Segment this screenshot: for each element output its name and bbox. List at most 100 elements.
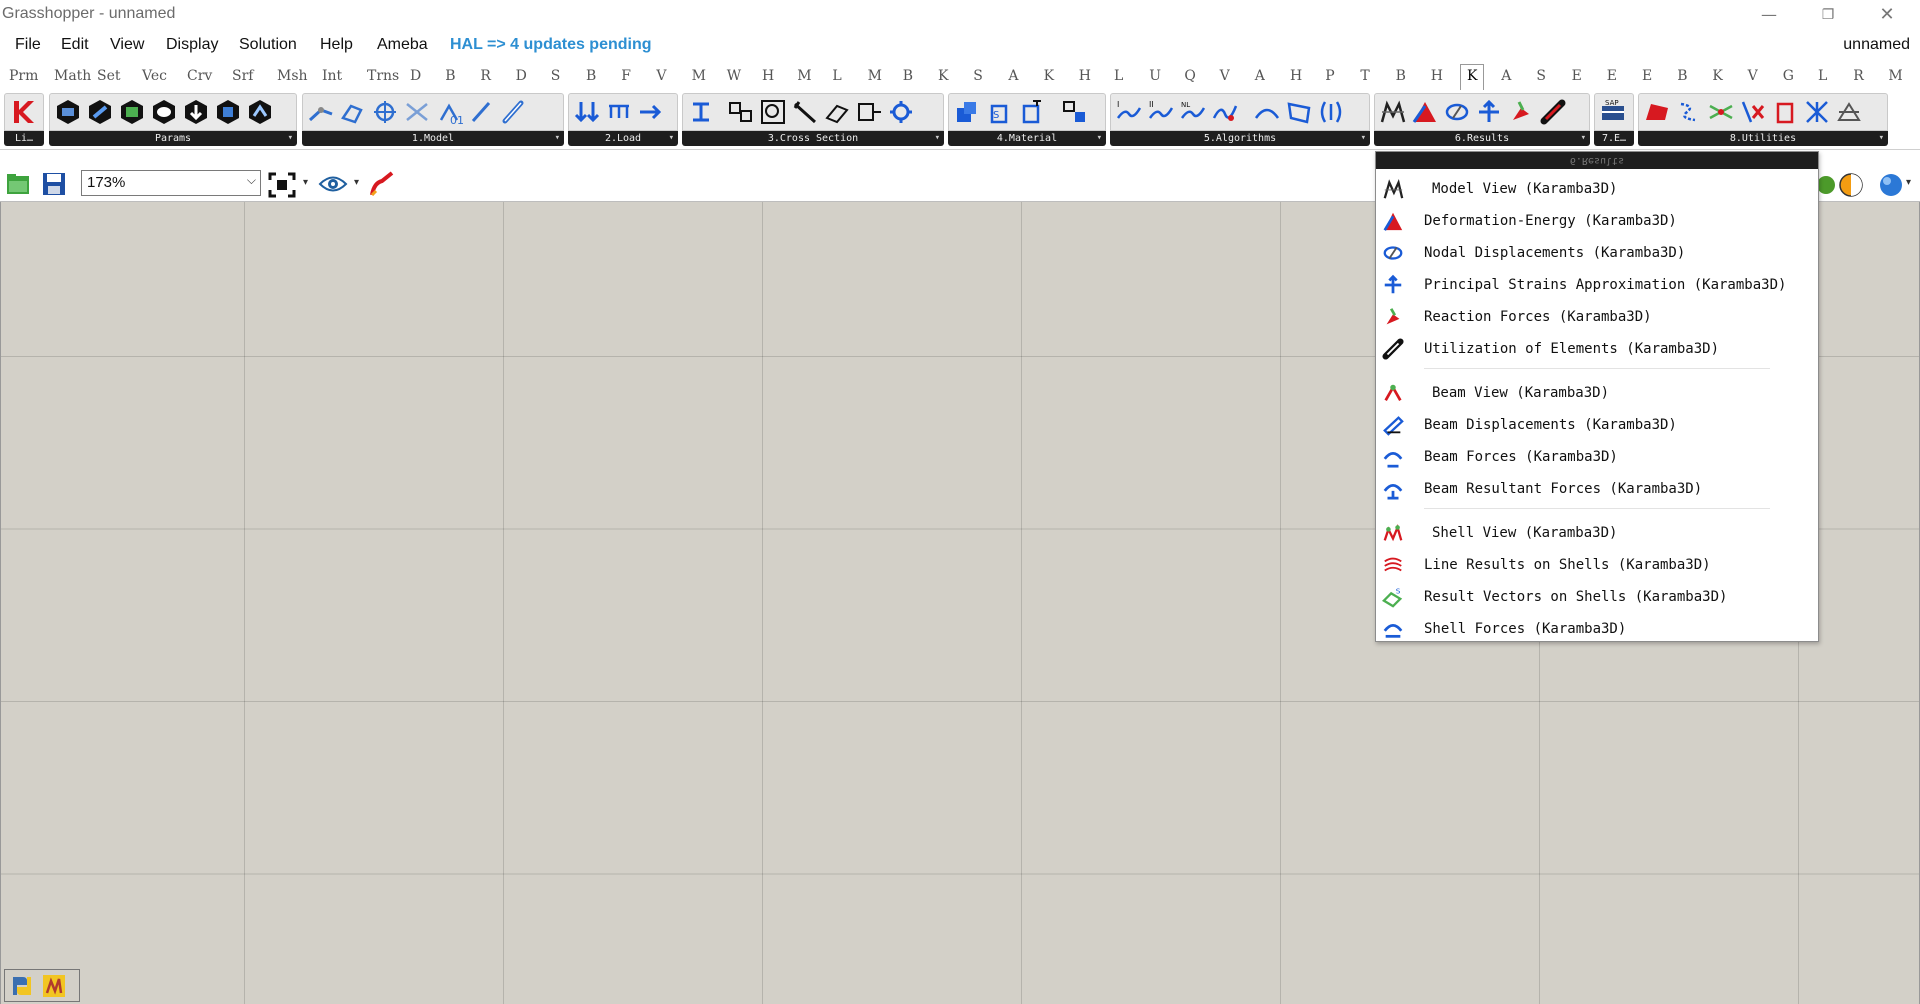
param-crosssec-icon[interactable] [150,98,178,126]
connectivity-icon[interactable] [339,98,367,126]
close-button[interactable]: ✕ [1858,0,1916,29]
dropdown-item-model-view[interactable]: Model View (Karamba3D) [1376,173,1818,205]
support-icon[interactable]: 01 [435,98,463,126]
tab-t[interactable]: T [1360,68,1369,84]
tab-e[interactable]: E [1642,68,1652,84]
panel-dropdown-arrow[interactable]: ▾ [669,131,674,146]
tab-k[interactable]: K [1460,64,1485,91]
line-to-truss-icon[interactable] [467,98,495,126]
sphere-dropdown[interactable]: ▾ [1906,177,1911,188]
tab-s[interactable]: S [1536,68,1546,84]
panel-dropdown-arrow[interactable]: ▾ [1361,131,1366,146]
panel-dropdown-arrow[interactable]: ▾ [935,131,940,146]
tab-u[interactable]: U [1149,68,1161,84]
green-sphere-icon[interactable] [1816,173,1840,197]
tab-k[interactable]: K [1044,68,1054,84]
panel-label[interactable]: 4.Material ▾ [948,131,1106,146]
tab-e[interactable]: E [1607,68,1617,84]
line-line-intersection-icon[interactable] [1707,98,1735,126]
optimize-cross-section-icon[interactable] [887,98,915,126]
tab-v[interactable]: V [1220,68,1230,84]
disassemble-material-icon[interactable] [1061,98,1089,126]
panel-label[interactable]: 6.Results ▾ [1374,131,1590,146]
blue-sphere-icon[interactable] [1878,172,1904,198]
panel-label[interactable]: 1.Model ▾ [302,131,564,146]
save-file-icon[interactable] [42,172,66,196]
dropdown-item-line-results-shells[interactable]: Line Results on Shells (Karamba3D) [1376,549,1818,581]
eigen-modes-icon[interactable] [1285,98,1313,126]
dropdown-item-principal-strains[interactable]: Principal Strains Approximation (Karamba… [1376,269,1818,301]
dropdown-item-shell-forces[interactable]: Shell Forces (Karamba3D) [1376,613,1818,645]
zoom-extents-dropdown[interactable]: ▾ [303,177,308,188]
material-selection-icon[interactable]: S [985,98,1013,126]
reaction-forces-icon[interactable] [1507,98,1535,126]
analyze-th1-icon[interactable]: I [1115,98,1143,126]
analyze-nonlinear-icon[interactable]: NL [1179,98,1207,126]
dropdown-item-utilization[interactable]: Utilization of Elements (Karamba3D) [1376,333,1818,365]
param-beam-icon[interactable] [86,98,114,126]
hal-updates-link[interactable]: HAL => 4 updates pending [450,36,652,54]
natural-vibrations-icon[interactable] [1317,98,1345,126]
tab-set[interactable]: Set [97,68,121,84]
menu-help[interactable]: Help [320,36,353,54]
tab-r[interactable]: R [1853,68,1864,84]
panel-dropdown-arrow[interactable]: ▾ [555,131,560,146]
open-file-icon[interactable] [6,172,30,196]
dropdown-item-beam-displacements[interactable]: Beam Displacements (Karamba3D) [1376,409,1818,441]
tab-k[interactable]: K [1712,68,1722,84]
material-properties-icon[interactable] [953,98,981,126]
panel-label[interactable]: 3.Cross Section ▾ [682,131,944,146]
dropdown-item-reaction-forces[interactable]: Reaction Forces (Karamba3D) [1376,301,1818,333]
tab-m[interactable]: M [692,68,706,84]
param-model-icon[interactable] [54,98,82,126]
chevron-down-icon[interactable]: ⌵ [247,173,256,188]
tab-p[interactable]: P [1325,68,1334,84]
tab-msh[interactable]: Msh [277,68,308,84]
dropdown-item-deformation-energy[interactable]: Deformation-Energy (Karamba3D) [1376,205,1818,237]
tab-l[interactable]: L [1114,68,1123,84]
tab-b[interactable]: B [445,68,455,84]
deformation-energy-icon[interactable] [1411,98,1439,126]
load-direction-icon[interactable] [637,98,665,126]
index-to-beam-icon[interactable] [403,98,431,126]
analyze-th2-icon[interactable]: II [1147,98,1175,126]
element-felting-icon[interactable] [1803,98,1831,126]
tab-l[interactable]: L [1818,68,1827,84]
read-material-table-icon[interactable] [1017,98,1045,126]
tab-b[interactable]: B [1677,68,1687,84]
cross-section-selector-icon[interactable] [759,98,787,126]
buckling-modes-icon[interactable] [1253,98,1281,126]
distributed-load-icon[interactable] [605,98,633,126]
remove-duplicate-lines-icon[interactable] [1739,98,1767,126]
tab-trns[interactable]: Trns [367,68,399,84]
karamba-k-icon[interactable] [9,98,37,126]
tab-v[interactable]: V [1748,68,1758,84]
panel-label[interactable]: 7.E… [1594,131,1634,146]
tab-k[interactable]: K [938,68,948,84]
tab-r[interactable]: R [480,68,491,84]
mesh-breps-icon[interactable] [1643,98,1671,126]
detect-beam-chains-icon[interactable] [1771,98,1799,126]
panel-label[interactable]: 8.Utilities ▾ [1638,131,1888,146]
i-section-icon[interactable] [687,98,715,126]
menu-edit[interactable]: Edit [61,36,89,54]
tab-f[interactable]: F [621,68,631,84]
dropdown-item-nodal-displacements[interactable]: Nodal Displacements (Karamba3D) [1376,237,1818,269]
tab-w[interactable]: W [727,68,741,84]
menu-display[interactable]: Display [166,36,218,54]
tab-m[interactable]: M [868,68,882,84]
menu-ameba[interactable]: Ameba [377,36,428,54]
zoom-extents-icon[interactable] [268,172,296,198]
tab-h[interactable]: H [1290,68,1302,84]
tab-a[interactable]: A [1501,68,1511,84]
dropdown-item-beam-view[interactable]: Beam View (Karamba3D) [1376,377,1818,409]
nodal-displacements-icon[interactable] [1443,98,1471,126]
principal-strains-icon[interactable] [1475,98,1503,126]
panel-label[interactable]: 5.Algorithms ▾ [1110,131,1370,146]
eccentricity-icon[interactable] [823,98,851,126]
modify-element-icon[interactable] [499,98,527,126]
zoom-combobox[interactable]: 173% ⌵ [81,170,261,196]
preview-dropdown[interactable]: ▾ [354,177,359,188]
ameba-icon[interactable] [41,973,67,999]
panel-label[interactable]: Li… [4,131,44,146]
